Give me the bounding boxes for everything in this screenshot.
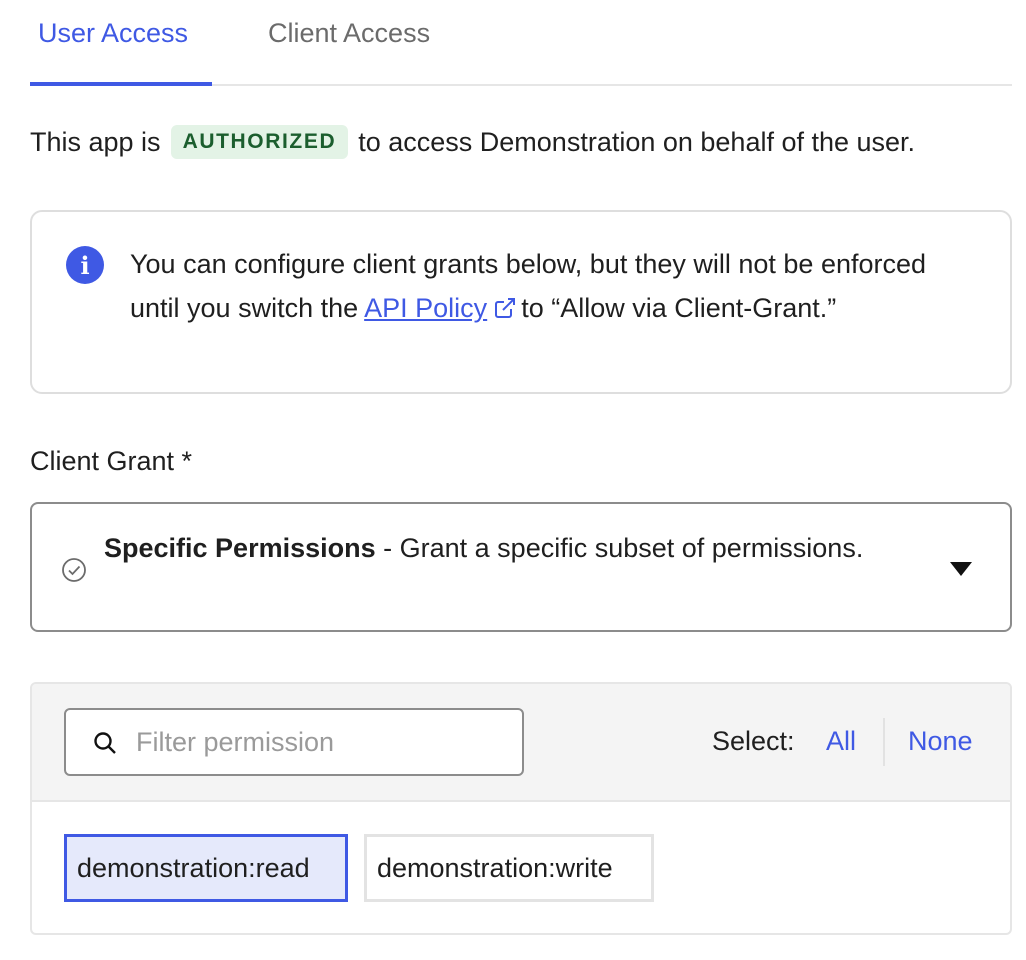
permission-chip-demonstration-read[interactable]: demonstration:read — [64, 834, 348, 902]
api-policy-link[interactable]: API Policy — [364, 293, 487, 323]
client-grant-dropdown[interactable]: Specific Permissions - Grant a specific … — [30, 502, 1012, 632]
grant-description: - Grant a specific subset of permissions… — [383, 533, 864, 563]
select-all-link[interactable]: All — [826, 726, 856, 757]
active-tab-indicator — [30, 82, 212, 86]
authorization-prefix: This app is — [30, 126, 161, 157]
client-access-settings: User Access Client Access This app is AU… — [0, 0, 1026, 960]
filter-permission-input[interactable] — [136, 720, 506, 764]
client-grant-selected-value: Specific Permissions - Grant a specific … — [104, 526, 904, 570]
tab-client-access[interactable]: Client Access — [268, 18, 430, 49]
status-badge: AUTHORIZED — [170, 125, 349, 159]
permissions-panel: Select: All None demonstration:read demo… — [30, 682, 1012, 935]
authorization-suffix: to access Demonstration on behalf of the… — [358, 126, 916, 157]
client-grant-label: Client Grant * — [30, 446, 193, 476]
filter-permission-field[interactable] — [64, 708, 524, 776]
search-icon — [94, 732, 116, 754]
info-icon: i — [66, 246, 104, 284]
info-message: You can configure client grants below, b… — [130, 242, 980, 330]
caret-down-icon[interactable] — [950, 562, 972, 576]
select-label: Select: — [712, 726, 795, 756]
select-divider — [883, 718, 885, 766]
permission-chip-demonstration-write[interactable]: demonstration:write — [364, 834, 654, 902]
info-callout: i You can configure client grants below,… — [30, 210, 1012, 394]
permissions-toolbar: Select: All None — [32, 684, 1010, 802]
info-text-after: to “Allow via Client-Grant.” — [521, 293, 837, 323]
check-circle-icon — [62, 558, 86, 582]
authorization-status: This app is AUTHORIZED to access Demonst… — [30, 122, 915, 162]
tab-bar: User Access Client Access — [30, 0, 1012, 86]
external-link-icon[interactable] — [493, 296, 517, 320]
tab-user-access[interactable]: User Access — [38, 18, 188, 49]
grant-title: Specific Permissions — [104, 533, 376, 563]
select-none-link[interactable]: None — [908, 726, 973, 757]
